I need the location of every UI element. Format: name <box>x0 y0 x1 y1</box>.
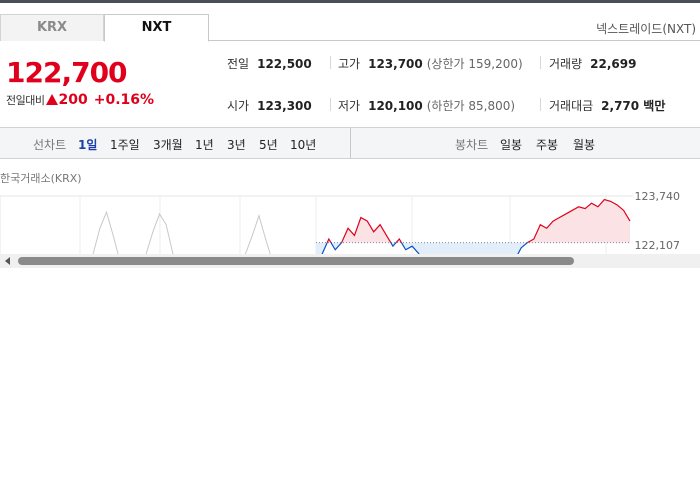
divider <box>330 98 331 111</box>
stat-high: 고가 123,700 (상한가 159,200) <box>338 55 523 72</box>
current-price: 122,700 <box>6 56 128 89</box>
stat-value: 123,300 <box>257 99 312 113</box>
tab-nxt[interactable]: NXT <box>104 14 209 42</box>
stat-value: 123,700 <box>368 57 423 71</box>
top-border <box>0 0 700 3</box>
divider <box>540 98 541 111</box>
period-3y-button[interactable]: 3년 <box>227 136 246 153</box>
change-label: 전일대비 <box>6 94 45 107</box>
divider <box>330 56 331 69</box>
stat-volume: 거래량 22,699 <box>549 55 636 72</box>
weekly-candle-button[interactable]: 주봉 <box>536 136 558 153</box>
price-change: 전일대비 200 +0.16% <box>6 92 154 108</box>
intraday-chart <box>0 195 633 254</box>
stat-label: 저가 <box>338 99 361 113</box>
stat-low: 저가 120,100 (하한가 85,800) <box>338 97 515 114</box>
up-triangle-icon <box>46 94 59 105</box>
change-percent: +0.16% <box>93 92 155 108</box>
stat-label: 시가 <box>227 99 250 113</box>
stat-value: 120,100 <box>368 99 423 113</box>
market-tabs: KRX NXT <box>0 14 700 42</box>
stat-label: 고가 <box>338 57 361 71</box>
stat-open: 시가 123,300 <box>227 97 312 114</box>
chart-scrollbar[interactable] <box>0 254 700 268</box>
scroll-left-arrow-icon[interactable] <box>5 257 10 265</box>
monthly-candle-button[interactable]: 월봉 <box>573 136 595 153</box>
chart-period-bar: 선차트 1일 1주일 3개월 1년 3년 5년 10년 봉차트 일봉 주봉 월봉 <box>0 127 700 159</box>
stat-label: 거래대금 <box>549 99 594 113</box>
period-3m-button[interactable]: 3개월 <box>153 136 183 153</box>
market-name: 넥스트레이드(NXT) <box>596 22 696 36</box>
chart-title: 한국거래소(KRX) <box>0 172 82 185</box>
change-amount: 200 <box>58 92 88 108</box>
lower-limit: (하한가 85,800) <box>426 99 516 113</box>
candle-chart-label: 봉차트 <box>455 138 489 152</box>
divider <box>350 128 351 158</box>
scroll-thumb[interactable] <box>18 257 574 265</box>
period-5y-button[interactable]: 5년 <box>259 136 278 153</box>
upper-limit: (상한가 159,200) <box>426 57 523 71</box>
period-10y-button[interactable]: 10년 <box>290 136 316 153</box>
period-1d-button[interactable]: 1일 <box>78 136 97 153</box>
stat-label: 전일 <box>227 57 250 71</box>
series-prior-line <box>92 210 271 254</box>
period-1y-button[interactable]: 1년 <box>195 136 214 153</box>
daily-candle-button[interactable]: 일봉 <box>500 136 522 153</box>
divider <box>540 56 541 69</box>
tab-krx[interactable]: KRX <box>0 14 104 41</box>
stat-amount: 거래대금 2,770 백만 <box>549 97 665 114</box>
stat-prev-close: 전일 122,500 <box>227 55 312 72</box>
line-chart-label: 선차트 <box>33 138 67 152</box>
stat-label: 거래량 <box>549 57 583 71</box>
stat-value: 22,699 <box>590 57 637 71</box>
stat-value: 2,770 백만 <box>601 99 666 113</box>
period-1w-button[interactable]: 1주일 <box>110 136 140 153</box>
stat-value: 122,500 <box>257 57 312 71</box>
